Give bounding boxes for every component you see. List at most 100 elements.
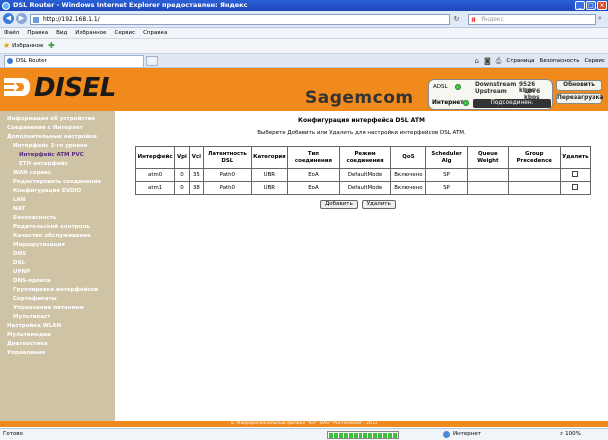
delete-checkbox[interactable]: [572, 184, 579, 190]
window-controls: _ □ ×: [575, 1, 607, 10]
sidebar-item-dns-proxy[interactable]: DNS-прокси: [13, 278, 51, 284]
magnifier-icon: ⌕: [560, 431, 564, 437]
router-page: DISEL Sagemcom ADSL Downstream 9526 kbps…: [0, 68, 608, 427]
zoom-control[interactable]: ⌕ 100%: [560, 429, 581, 440]
menu-tools[interactable]: Сервис: [115, 30, 136, 36]
adsl-label: ADSL: [433, 84, 448, 90]
security-zone: Интернет: [443, 429, 481, 440]
window-title: DSL Router - Windows Internet Explorer п…: [13, 1, 248, 9]
cell-delete: [559, 168, 592, 182]
url-input[interactable]: http://192.168.1.1/: [30, 14, 450, 25]
search-input[interactable]: Я Яндекс: [468, 14, 596, 25]
maximize-button[interactable]: □: [586, 1, 596, 10]
sidebar-item-power-management[interactable]: Управление питанием: [13, 305, 84, 311]
refresh-button[interactable]: Обновить: [556, 80, 602, 91]
remove-button[interactable]: Удалить: [361, 200, 396, 209]
sidebar-item-certificates[interactable]: Сертификаты: [13, 296, 57, 302]
col-group-precedence: Group Precedence: [507, 146, 561, 169]
cell-category: UBR: [250, 181, 289, 195]
sidebar-item-upnp[interactable]: UPNP: [13, 269, 30, 275]
delete-checkbox[interactable]: [572, 171, 579, 177]
zoom-level: 100%: [565, 431, 581, 437]
sidebar-item-wlan-settings[interactable]: Настройка WLAN: [7, 323, 61, 329]
home-icon[interactable]: ⌂: [475, 55, 479, 67]
close-button[interactable]: ×: [597, 1, 607, 10]
favorites-bar: ★ Избранное ✚: [0, 39, 608, 54]
sidebar-item-dsl[interactable]: DSL: [13, 260, 25, 266]
menu-file[interactable]: Файл: [4, 30, 19, 36]
command-bar: ⌂ ◙ ⎙ Страница Безопасность Сервис: [475, 55, 606, 67]
forward-button[interactable]: ▶: [16, 13, 27, 24]
menu-help[interactable]: Справка: [143, 30, 167, 36]
sidebar-item-evdio-config[interactable]: Конфигурация EVDIO: [13, 188, 81, 194]
url-actions: ↻: [452, 14, 461, 24]
tab-dsl-router[interactable]: DSL Router: [4, 55, 144, 67]
tools-menu[interactable]: Сервис: [584, 55, 605, 67]
sidebar-item-layer2-interface[interactable]: Интерфейс 2-го уровня: [13, 143, 87, 149]
menu-view[interactable]: Вид: [56, 30, 67, 36]
sidebar-item-multicast[interactable]: Мультикаст: [13, 314, 51, 320]
sidebar-item-interface-grouping[interactable]: Группировка интерфейсов: [13, 287, 98, 293]
cell-group-precedence: [507, 168, 561, 182]
cell-vpi: 0: [174, 168, 190, 182]
sidebar-item-multimedia[interactable]: Мультимедиа: [7, 332, 51, 338]
router-header: DISEL Sagemcom ADSL Downstream 9526 kbps…: [0, 68, 608, 111]
feeds-icon[interactable]: ◙: [484, 55, 491, 67]
cell-vci: 35: [188, 168, 205, 182]
sidebar-item-management[interactable]: Управление: [7, 350, 45, 356]
sidebar-item-diagnostics[interactable]: Диагностика: [7, 341, 48, 347]
reboot-button[interactable]: Перезагрузка: [556, 93, 603, 104]
menu-favorites[interactable]: Избранное: [75, 30, 106, 36]
sidebar-item-wan-service[interactable]: WAN сервис: [13, 170, 51, 176]
table-header-row: Интерфейс Vpi Vci Латентность DSL Катего…: [134, 146, 592, 169]
sidebar-item-eth-interface[interactable]: ETH интерфейс: [19, 161, 68, 167]
cell-scheduler: SP: [425, 168, 468, 182]
page-menu[interactable]: Страница: [506, 55, 534, 67]
sidebar-item-security[interactable]: Безопасность: [13, 215, 56, 221]
sidebar-item-atm-pvc[interactable]: Интерфейс ATM PVC: [19, 152, 84, 158]
cell-latency: Path0: [203, 181, 252, 195]
sidebar-item-internet-connection[interactable]: Соединение с Интернет: [7, 125, 83, 131]
menu-edit[interactable]: Правка: [27, 30, 48, 36]
cell-interface: atm0: [134, 168, 176, 182]
col-queue-weight: Queue Weight: [466, 146, 509, 169]
refresh-icon[interactable]: ↻: [452, 14, 461, 24]
page-title: Конфигурация интерфейса DSL ATM: [298, 117, 425, 124]
minimize-button[interactable]: _: [575, 1, 585, 10]
sidebar-nav: Информация об устройстве Соединение с Ин…: [0, 111, 115, 425]
tab-label: DSL Router: [16, 58, 47, 64]
new-tab-button[interactable]: [146, 56, 158, 66]
cell-queue-weight: [466, 168, 509, 182]
yandex-icon: Я: [471, 17, 476, 24]
add-button[interactable]: Добавить: [320, 200, 358, 209]
sidebar-item-nat[interactable]: NAT: [13, 206, 25, 212]
disel-logo: DISEL: [34, 73, 116, 103]
col-vci: Vci: [188, 146, 205, 169]
sidebar-item-lan[interactable]: LAN: [13, 197, 25, 203]
main-content: Конфигурация интерфейса DSL ATM Выберете…: [115, 111, 608, 421]
security-menu[interactable]: Безопасность: [540, 55, 580, 67]
connection-status-panel: ADSL Downstream 9526 kbps Upstream 1076 …: [428, 79, 553, 110]
sidebar-item-qos[interactable]: Качество обслуживания: [13, 233, 91, 239]
cell-queue-weight: [466, 181, 509, 195]
print-icon[interactable]: ⎙: [496, 55, 502, 67]
search-icon[interactable]: ⌕: [598, 14, 607, 25]
sidebar-item-edit-connections[interactable]: Редактировать соединения: [13, 179, 101, 185]
sidebar-item-advanced-settings[interactable]: Дополнительные настройки: [7, 134, 97, 140]
col-connection-mode: Режим соединения: [338, 146, 392, 169]
col-latency: Латентность DSL: [203, 146, 252, 169]
internet-label: Интернет: [432, 100, 464, 106]
sidebar-item-device-info[interactable]: Информация об устройстве: [7, 116, 95, 122]
col-scheduler: Scheduler Alg: [425, 146, 468, 169]
cell-delete: [559, 181, 592, 195]
back-button[interactable]: ◀: [3, 13, 14, 24]
cell-group-precedence: [507, 181, 561, 195]
cell-interface: atm1: [134, 181, 176, 195]
page-icon: [33, 17, 39, 23]
sidebar-item-dns[interactable]: DNS: [13, 251, 26, 257]
sidebar-item-routing[interactable]: Маршрутизация: [13, 242, 65, 248]
favorites-button[interactable]: ★ Избранное: [3, 42, 43, 50]
cell-vci: 38: [188, 181, 205, 195]
sidebar-item-parental-control[interactable]: Родительский контроль: [13, 224, 90, 230]
add-favorite-icon[interactable]: ✚: [48, 41, 55, 50]
